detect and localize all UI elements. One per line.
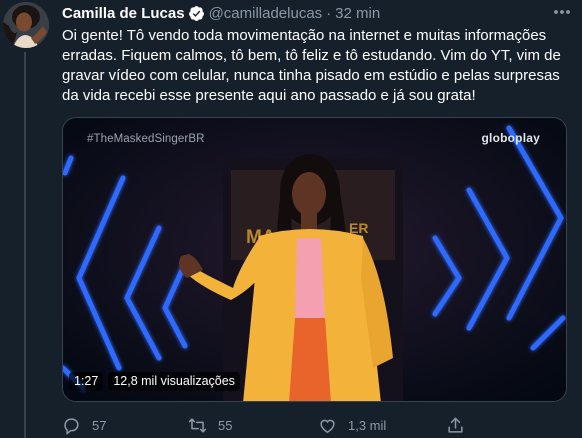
reply-count: 57 xyxy=(92,417,107,433)
view-count: 12,8 mil visualizações xyxy=(108,371,240,391)
like-icon xyxy=(318,416,337,435)
retweet-count: 55 xyxy=(218,417,233,433)
verified-badge-icon xyxy=(188,5,205,22)
video-player[interactable]: MA ER #TheMas xyxy=(62,117,567,402)
video-hashtag: #TheMaskedSingerBR xyxy=(87,133,205,145)
video-info: 1:27 12,8 mil visualizações xyxy=(69,371,240,391)
reply-icon xyxy=(62,416,81,435)
tweet-header: Camilla de Lucas @camilladelucas · 32 mi… xyxy=(62,1,574,25)
like-button[interactable]: 1,3 mil xyxy=(318,414,386,436)
separator: · xyxy=(326,4,332,22)
share-button[interactable] xyxy=(446,414,465,436)
video-frame: MA ER xyxy=(63,118,566,401)
tweet: Camilla de Lucas @camilladelucas · 32 mi… xyxy=(62,0,574,435)
broadcaster-watermark: globoplay xyxy=(481,131,540,145)
tweet-text: Oi gente! Tô vendo toda movimentação na … xyxy=(62,27,561,104)
share-icon xyxy=(446,416,465,435)
retweet-button[interactable]: 55 xyxy=(188,414,232,436)
video-duration: 1:27 xyxy=(69,371,104,391)
like-count: 1,3 mil xyxy=(348,417,387,433)
thread-line xyxy=(24,52,26,438)
reply-button[interactable]: 57 xyxy=(62,414,106,436)
tweet-timestamp[interactable]: 32 min xyxy=(335,5,380,22)
avatar[interactable] xyxy=(3,2,49,48)
author-name[interactable]: Camilla de Lucas xyxy=(62,5,185,22)
retweet-icon xyxy=(188,416,207,435)
tweet-actions: 57 55 1,3 mil xyxy=(62,414,574,436)
more-options-icon[interactable] xyxy=(552,3,572,21)
author-handle[interactable]: @camilladelucas xyxy=(209,5,323,22)
